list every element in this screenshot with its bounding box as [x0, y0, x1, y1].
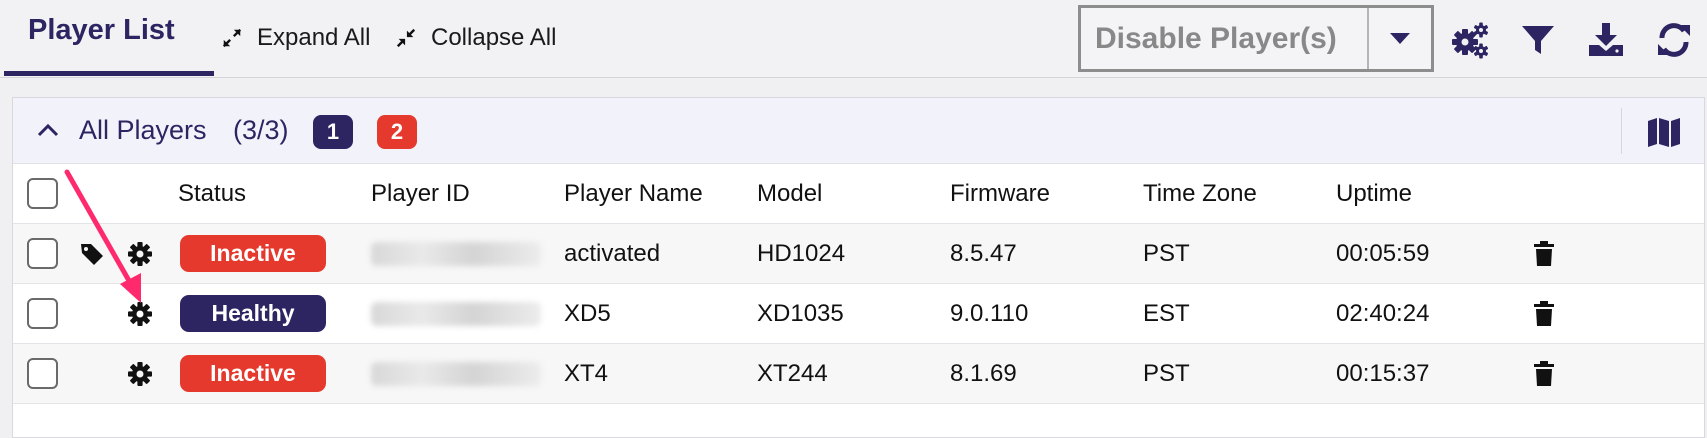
column-header-player-id[interactable]: Player ID: [371, 164, 470, 224]
table-row[interactable]: Inactive activated HD1024 8.5.47 PST 00:…: [13, 224, 1704, 284]
gear-icon[interactable]: [127, 361, 153, 387]
expand-all-label: Expand All: [257, 24, 371, 51]
settings-icon[interactable]: [1448, 18, 1492, 62]
expand-icon: [222, 28, 242, 48]
firmware: 8.1.69: [950, 360, 1017, 387]
row-checkbox[interactable]: [27, 238, 58, 269]
player-id-redacted: [371, 242, 541, 266]
time-zone: PST: [1143, 240, 1190, 267]
download-icon[interactable]: [1584, 18, 1628, 62]
player-name: XT4: [564, 360, 609, 387]
column-header-time-zone[interactable]: Time Zone: [1143, 164, 1257, 224]
tab-player-list[interactable]: Player List: [4, 0, 214, 76]
model: HD1024: [757, 240, 846, 267]
status-badge: Inactive: [180, 355, 326, 392]
collapse-all-label: Collapse All: [431, 24, 557, 51]
firmware: 9.0.110: [950, 300, 1029, 327]
time-zone: EST: [1143, 300, 1190, 327]
time-zone: PST: [1143, 360, 1190, 387]
group-title: All Players: [79, 115, 207, 145]
column-header-model[interactable]: Model: [757, 164, 822, 224]
column-header-player-name[interactable]: Player Name: [564, 164, 703, 224]
gear-icon[interactable]: [127, 301, 153, 327]
player-group-panel: All Players (3/3) 1 2 Status Player ID P…: [12, 97, 1705, 438]
expand-all-button[interactable]: Expand All: [221, 22, 370, 54]
action-select-value: Disable Player(s): [1095, 21, 1337, 55]
column-header-status[interactable]: Status: [178, 164, 246, 224]
player-name: activated: [564, 240, 661, 267]
player-id-redacted: [371, 302, 541, 326]
table-row[interactable]: Inactive XT4 XT244 8.1.69 PST 00:15:37: [13, 344, 1704, 404]
select-all-checkbox[interactable]: [27, 178, 58, 209]
column-header-firmware[interactable]: Firmware: [950, 164, 1050, 224]
uptime: 00:05:59: [1336, 240, 1430, 267]
trash-icon[interactable]: [1531, 300, 1557, 328]
table-header: Status Player ID Player Name Model Firmw…: [13, 164, 1704, 224]
firmware: 8.5.47: [950, 240, 1017, 267]
trash-icon[interactable]: [1531, 240, 1557, 268]
divider: [1621, 108, 1622, 154]
badge-healthy-count: 1: [313, 115, 353, 149]
chevron-up-icon[interactable]: [33, 116, 63, 146]
model: XD1035: [757, 300, 844, 327]
collapse-all-button[interactable]: Collapse All: [395, 22, 556, 54]
uptime: 02:40:24: [1336, 300, 1430, 327]
column-header-uptime[interactable]: Uptime: [1336, 164, 1412, 224]
row-checkbox[interactable]: [27, 358, 58, 389]
map-icon[interactable]: [1645, 113, 1683, 151]
row-checkbox[interactable]: [27, 298, 58, 329]
group-header: All Players (3/3) 1 2: [13, 98, 1704, 164]
refresh-icon[interactable]: [1652, 18, 1696, 62]
filter-icon[interactable]: [1516, 18, 1560, 62]
player-name: XD5: [564, 300, 611, 327]
collapse-icon: [396, 28, 416, 48]
toolbar: Player List Expand All Collapse All Disa…: [0, 0, 1707, 78]
badge-inactive-count: 2: [377, 115, 417, 149]
group-count: (3/3): [233, 115, 289, 145]
tab-player-list-label: Player List: [28, 14, 175, 46]
gear-icon[interactable]: [127, 241, 153, 267]
status-badge: Healthy: [180, 295, 326, 332]
status-badge: Inactive: [180, 235, 326, 272]
uptime: 00:15:37: [1336, 360, 1430, 387]
trash-icon[interactable]: [1531, 360, 1557, 388]
chevron-down-icon[interactable]: [1367, 8, 1431, 69]
tag-icon[interactable]: [79, 241, 105, 267]
player-id-redacted: [371, 362, 541, 386]
model: XT244: [757, 360, 828, 387]
table-row[interactable]: Healthy XD5 XD1035 9.0.110 EST 02:40:24: [13, 284, 1704, 344]
action-select[interactable]: Disable Player(s): [1078, 5, 1434, 72]
